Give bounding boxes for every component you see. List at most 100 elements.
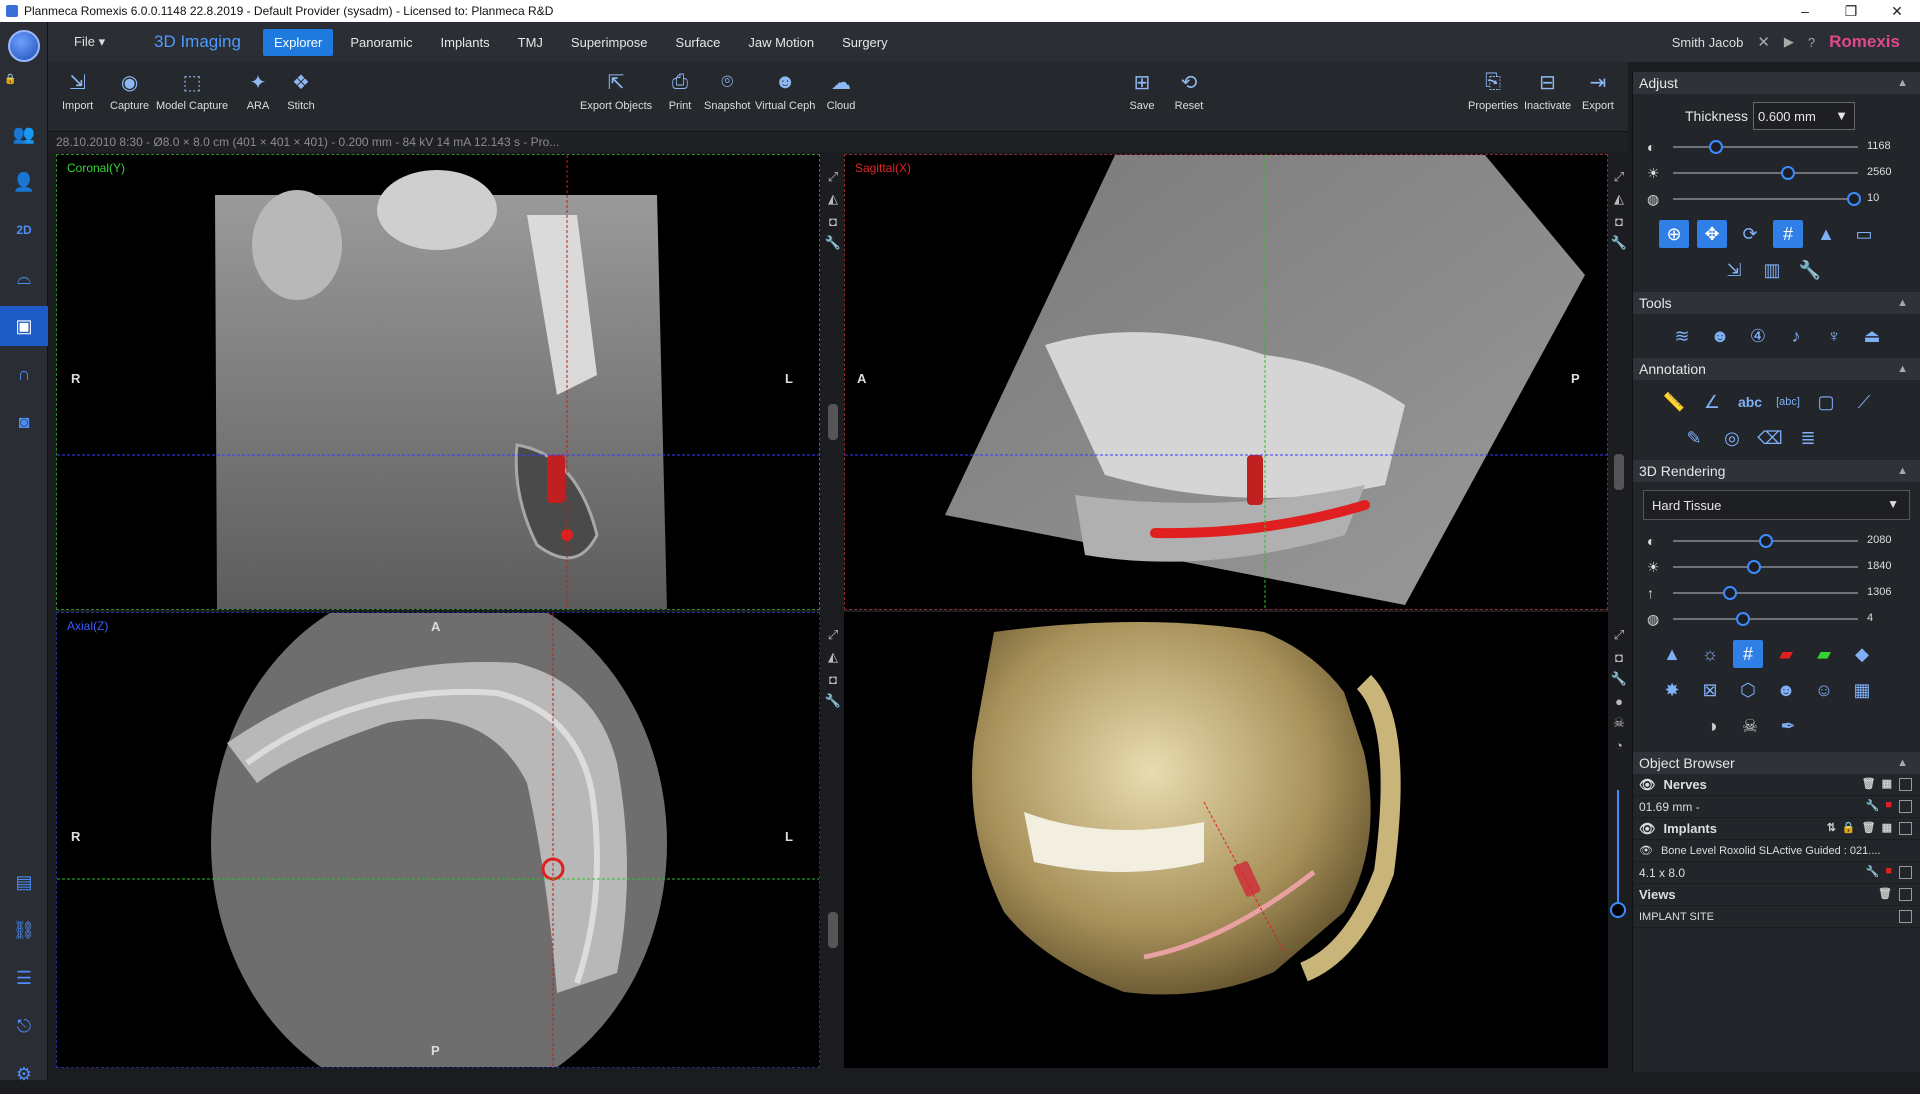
- implants-group-row[interactable]: 👁Implants ⇅🔒🗑▦: [1633, 818, 1920, 840]
- edit-shape-icon[interactable]: ✎: [1679, 424, 1709, 452]
- implants-checkbox[interactable]: [1899, 822, 1912, 835]
- implant-tool-icon[interactable]: ⏏: [1857, 322, 1887, 350]
- wrench-icon[interactable]: 🔧: [822, 690, 844, 712]
- angle-icon[interactable]: ∠: [1697, 388, 1727, 416]
- video-icon[interactable]: ▶: [1784, 34, 1794, 50]
- eraser-icon[interactable]: ⌫: [1755, 424, 1785, 452]
- virtual-ceph-button[interactable]: ☻Virtual Ceph: [755, 68, 815, 112]
- implant-item-row[interactable]: 👁Bone Level Roxolid SLActive Guided : 02…: [1633, 840, 1920, 862]
- landscape-icon[interactable]: ▲: [1657, 640, 1687, 668]
- eye-icon[interactable]: 👁: [1639, 821, 1656, 837]
- head-tool-icon[interactable]: ☻: [1705, 322, 1735, 350]
- face-view-icon[interactable]: ◔: [1608, 734, 1630, 756]
- head-icon[interactable]: ☻: [1771, 676, 1801, 704]
- tab-superimpose[interactable]: Superimpose: [560, 29, 659, 56]
- palette-icon[interactable]: ▦: [1882, 821, 1892, 834]
- gallery-icon[interactable]: ▤: [0, 862, 48, 902]
- maximize-icon[interactable]: ⤢: [822, 624, 844, 646]
- image-filter-icon[interactable]: ▲: [1811, 220, 1841, 248]
- annotation-header[interactable]: Annotation▲: [1633, 358, 1920, 380]
- adjust-slider-track[interactable]: [1673, 172, 1858, 174]
- tab-implants[interactable]: Implants: [430, 29, 501, 56]
- adjust-slider-knob[interactable]: [1781, 166, 1795, 180]
- views-checkbox[interactable]: [1899, 888, 1912, 901]
- model-capture-button[interactable]: ⬚Model Capture: [156, 68, 228, 112]
- wrench-icon[interactable]: 🔧: [1608, 668, 1630, 690]
- edit-circle-icon[interactable]: ◎: [1717, 424, 1747, 452]
- adjust-slider-knob[interactable]: [1847, 192, 1861, 206]
- light-icon[interactable]: ☼: [1695, 640, 1725, 668]
- collapse-caret-icon[interactable]: ▲: [1897, 292, 1908, 314]
- tab-explorer[interactable]: Explorer: [263, 29, 333, 56]
- implant-size-row[interactable]: 4.1 x 8.0 🔧■: [1633, 862, 1920, 884]
- color-swatch-icon[interactable]: ■: [1885, 799, 1892, 812]
- reset-button[interactable]: ⟲Reset: [1174, 68, 1204, 112]
- snapshot-button[interactable]: ⌾Snapshot: [704, 68, 750, 112]
- collapse-caret-icon[interactable]: ▲: [1897, 358, 1908, 380]
- head-profile-icon[interactable]: ☺: [1809, 676, 1839, 704]
- tab-surgery[interactable]: Surgery: [831, 29, 899, 56]
- help-icon[interactable]: ?: [1808, 35, 1815, 50]
- text-abc-icon[interactable]: abc: [1735, 388, 1765, 416]
- implant-size-checkbox[interactable]: [1899, 866, 1912, 879]
- skull-icon[interactable]: ☠: [1608, 712, 1630, 734]
- grid-icon[interactable]: #: [1773, 220, 1803, 248]
- grid-icon[interactable]: #: [1733, 640, 1763, 668]
- import-button[interactable]: ⇲Import: [62, 68, 93, 112]
- properties-button[interactable]: ⎘Properties: [1468, 68, 1518, 112]
- worklist-icon[interactable]: ☰: [0, 958, 48, 998]
- green-plane-icon[interactable]: ▰: [1809, 640, 1839, 668]
- logout-icon[interactable]: ⎋: [0, 1006, 48, 1046]
- nerve-tool-icon[interactable]: ≋: [1667, 322, 1697, 350]
- thickness-select[interactable]: 0.600 mm▼: [1753, 102, 1855, 130]
- 3d-imaging-icon[interactable]: ▣: [0, 306, 48, 346]
- maximize-icon[interactable]: ⤢: [1608, 166, 1630, 188]
- frame-icon[interactable]: ▭: [1849, 220, 1879, 248]
- camera-icon[interactable]: ◘: [1608, 646, 1630, 668]
- measure-icon[interactable]: ◭: [822, 188, 844, 210]
- eye-icon[interactable]: 👁: [1639, 844, 1653, 857]
- close-patient-icon[interactable]: ✕: [1757, 33, 1770, 51]
- rendering-preset-select[interactable]: Hard Tissue▼: [1643, 490, 1910, 520]
- tab-panoramic[interactable]: Panoramic: [339, 29, 423, 56]
- print-button[interactable]: ⎙Print: [665, 68, 695, 112]
- 2d-imaging-icon[interactable]: 2D: [0, 210, 48, 250]
- 4d-tool-icon[interactable]: ④: [1743, 322, 1773, 350]
- palette-icon[interactable]: ▦: [1882, 777, 1892, 790]
- axes-icon[interactable]: ✸: [1657, 676, 1687, 704]
- maximize-icon[interactable]: ⤢: [822, 166, 844, 188]
- inactivate-button[interactable]: ⊟Inactivate: [1524, 68, 1571, 112]
- tooth-tool-icon[interactable]: ♪: [1781, 322, 1811, 350]
- sagittal-viewport[interactable]: Sagittal(X) A P: [844, 154, 1608, 610]
- rectangle-icon[interactable]: ▢: [1811, 388, 1841, 416]
- wrench-icon[interactable]: 🔧: [1866, 799, 1880, 812]
- adjust-slider-knob[interactable]: [1709, 140, 1723, 154]
- delete-icon[interactable]: 🗑: [1878, 887, 1892, 900]
- views-group-row[interactable]: Views 🗑: [1633, 884, 1920, 906]
- file-menu[interactable]: File ▾: [74, 34, 134, 50]
- coronal-viewport[interactable]: Coronal(Y) R L: [56, 154, 820, 610]
- adjust-slider-track[interactable]: [1673, 146, 1858, 148]
- ara-button[interactable]: ✦ARA: [243, 68, 273, 112]
- chair-icon[interactable]: ⛓: [0, 910, 48, 950]
- minimize-button[interactable]: –: [1782, 3, 1828, 20]
- sagittal-slice-scrollbar[interactable]: [1614, 454, 1624, 490]
- lock-icon[interactable]: 🔒: [1842, 821, 1856, 834]
- tools-header[interactable]: Tools▲: [1633, 292, 1920, 314]
- export-objects-button[interactable]: ⇱Export Objects: [580, 68, 652, 112]
- rendering-slider-knob[interactable]: [1747, 560, 1761, 574]
- rendering-slider-knob[interactable]: [1759, 534, 1773, 548]
- model-icon[interactable]: ∩: [0, 354, 48, 394]
- nerves-group-row[interactable]: 👁Nerves 🗑▦: [1633, 774, 1920, 796]
- measure-icon[interactable]: ◭: [822, 646, 844, 668]
- dental-chart-icon[interactable]: ⌓: [0, 258, 48, 298]
- patients-icon[interactable]: 👥: [0, 114, 48, 154]
- delete-icon[interactable]: 🗑: [1862, 821, 1876, 834]
- eye-icon[interactable]: 👁: [1639, 777, 1656, 793]
- patient-icon[interactable]: 👤: [0, 162, 48, 202]
- view-item-checkbox[interactable]: [1899, 910, 1912, 923]
- crop-icon[interactable]: ⊠: [1695, 676, 1725, 704]
- 3d-rendering-header[interactable]: 3D Rendering▲: [1633, 460, 1920, 482]
- view-item-row[interactable]: IMPLANT SITE: [1633, 906, 1920, 928]
- close-button[interactable]: ✕: [1874, 3, 1920, 20]
